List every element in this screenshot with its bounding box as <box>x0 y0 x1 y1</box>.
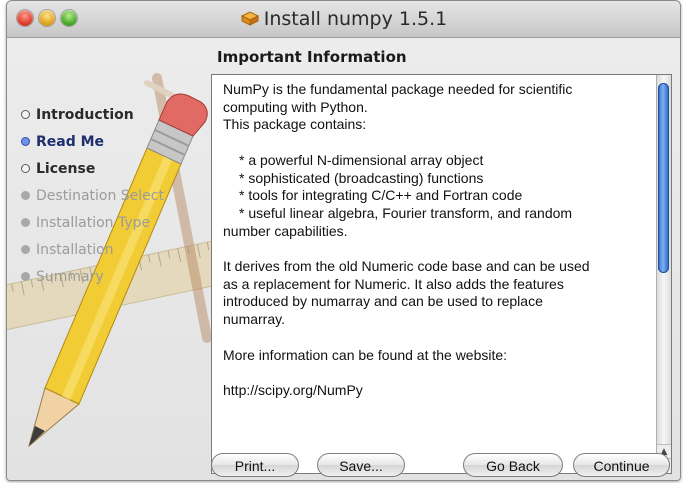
package-icon <box>240 11 259 26</box>
title-bar[interactable]: Install numpy 1.5.1 <box>7 1 680 38</box>
text-line-blank <box>223 240 643 258</box>
step-status-icon <box>21 272 30 281</box>
step-summary: Summary <box>21 264 164 291</box>
step-status-icon <box>21 137 30 146</box>
step-introduction[interactable]: Introduction <box>21 102 164 129</box>
step-license[interactable]: License <box>21 156 164 183</box>
website-link-text: http://scipy.org/NumPy <box>223 381 363 398</box>
text-line-blank <box>223 329 643 347</box>
step-installation: Installation <box>21 237 164 264</box>
step-status-icon <box>21 245 30 254</box>
text-line-bullet: * useful linear algebra, Fourier transfo… <box>239 204 573 221</box>
text-line: as a replacement for Numeric. It also ad… <box>223 275 564 292</box>
text-line-bullet: * a powerful N-dimensional array object <box>239 151 484 168</box>
go-back-button[interactable]: Go Back <box>463 453 563 477</box>
step-destination-select: Destination Select <box>21 183 164 210</box>
section-heading: Important Information <box>217 48 407 66</box>
text-line-blank <box>223 364 643 382</box>
text-line-bullet: * sophisticated (broadcasting) functions <box>239 169 484 186</box>
step-label: Read Me <box>36 134 105 150</box>
step-read-me[interactable]: Read Me <box>21 129 164 156</box>
text-line-blank <box>223 134 643 152</box>
window-title: Install numpy 1.5.1 <box>7 8 680 30</box>
text-line: number capabilities. <box>223 222 348 239</box>
text-line: numarray. <box>223 311 285 328</box>
readme-text: NumPy is the fundamental package needed … <box>223 81 643 400</box>
step-label: Installation <box>36 242 114 258</box>
step-status-icon <box>21 218 30 227</box>
installer-window: Install numpy 1.5.1 Introduction Read Me… <box>6 0 681 481</box>
step-status-icon <box>21 164 30 173</box>
step-label: Summary <box>36 269 104 285</box>
readme-text-area[interactable]: NumPy is the fundamental package needed … <box>211 74 672 474</box>
text-line-bullet: * tools for integrating C/C++ and Fortra… <box>239 187 523 204</box>
text-line: introduced by numarray and can be used t… <box>223 293 543 310</box>
step-installation-type: Installation Type <box>21 210 164 237</box>
vertical-scrollbar[interactable]: ▲ ▼ <box>656 75 671 473</box>
step-status-icon <box>21 191 30 200</box>
window-title-text: Install numpy 1.5.1 <box>263 8 448 30</box>
text-line: More information can be found at the web… <box>223 346 508 363</box>
print-button[interactable]: Print... <box>211 453 299 477</box>
text-line: computing with Python. <box>223 98 368 115</box>
step-label: Destination Select <box>36 188 164 204</box>
continue-button[interactable]: Continue <box>573 453 670 477</box>
text-line: It derives from the old Numeric code bas… <box>223 258 590 274</box>
scrollbar-thumb[interactable] <box>658 83 669 273</box>
step-label: Installation Type <box>36 215 151 231</box>
step-status-icon <box>21 110 30 119</box>
save-button[interactable]: Save... <box>317 453 405 477</box>
step-label: License <box>36 161 96 177</box>
text-line: This package contains: <box>223 116 367 133</box>
installer-content: Introduction Read Me License Destination… <box>7 38 680 480</box>
step-label: Introduction <box>36 107 134 123</box>
text-line: NumPy is the fundamental package needed … <box>223 81 573 97</box>
installer-steps-list: Introduction Read Me License Destination… <box>21 102 164 291</box>
